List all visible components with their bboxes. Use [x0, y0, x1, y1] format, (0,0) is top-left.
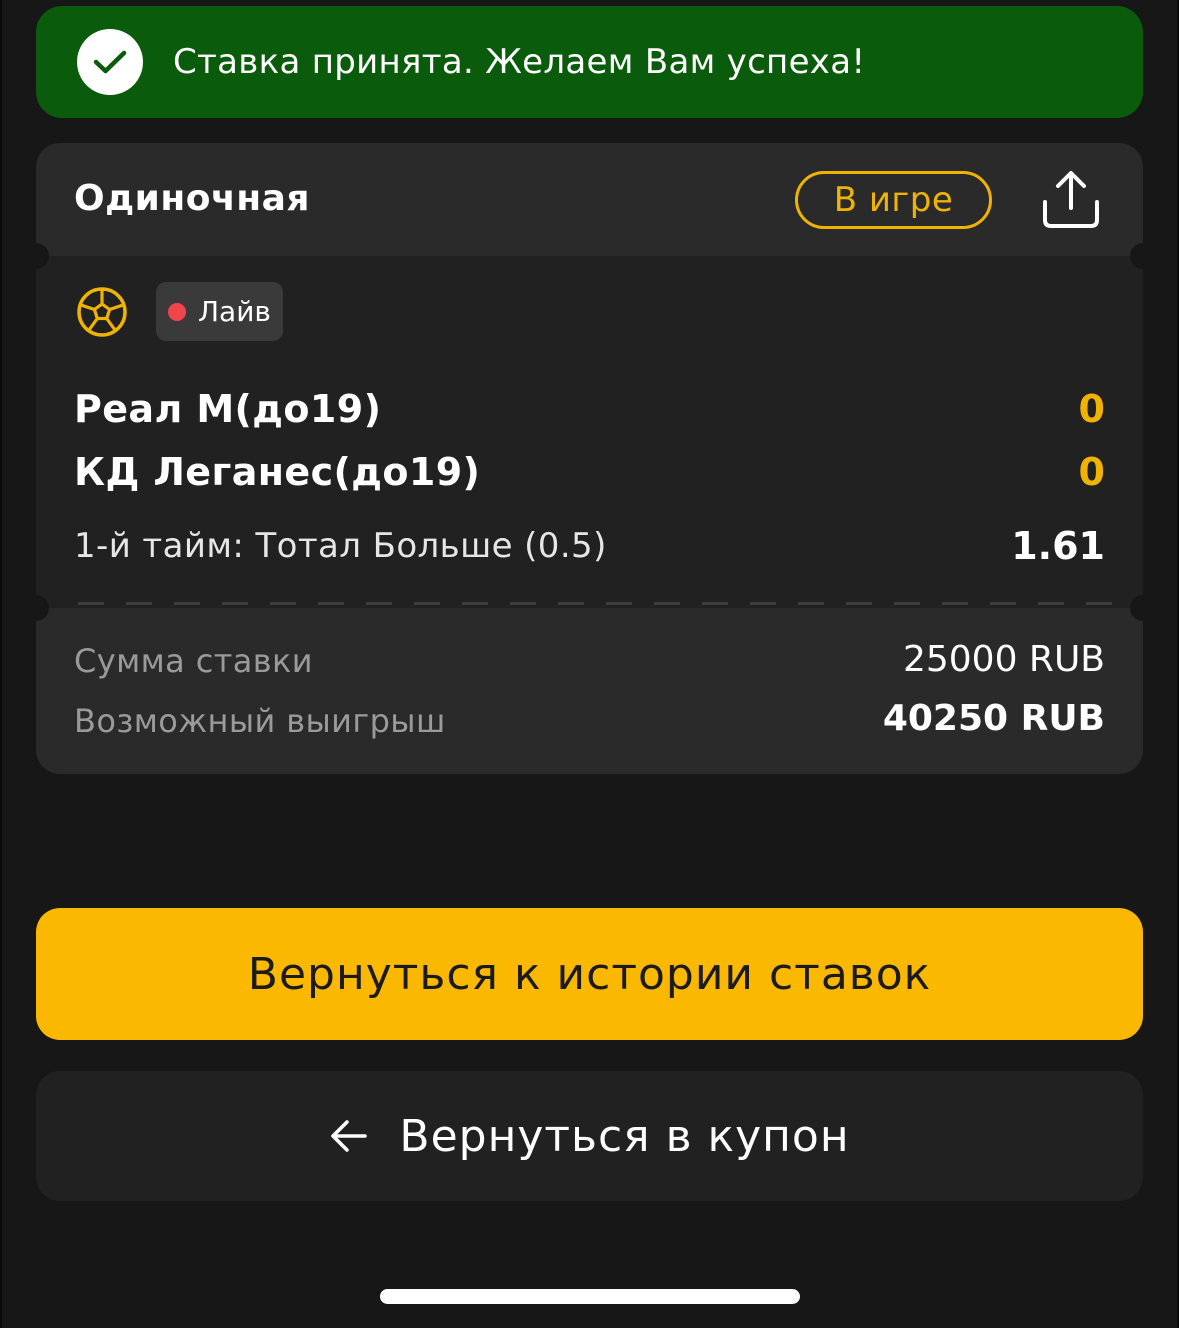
success-toast: Ставка принята. Желаем Вам успеха! — [36, 6, 1143, 118]
bet-status-badge: В игре — [795, 171, 992, 229]
share-icon[interactable] — [1040, 168, 1102, 232]
team-home-score: 0 — [1078, 387, 1105, 431]
ticket-notch-right-bottom — [1130, 595, 1156, 621]
back-to-coupon-button[interactable]: Вернуться в купон — [36, 1071, 1143, 1201]
back-to-coupon-label: Вернуться в купон — [399, 1110, 850, 1162]
payout-label: Возможный выигрыш — [74, 702, 446, 740]
live-badge: Лайв — [156, 282, 283, 341]
back-to-history-button[interactable]: Вернуться к истории ставок — [36, 908, 1143, 1040]
ticket-notch-right-top — [1130, 243, 1156, 269]
bet-status-label: В игре — [833, 180, 954, 220]
back-to-history-label: Вернуться к истории ставок — [247, 948, 932, 1000]
bet-market: 1-й тайм: Тотал Больше (0.5) — [74, 526, 607, 566]
team-away-name: КД Леганес(до19) — [74, 450, 481, 494]
team-home-name: Реал М(до19) — [74, 387, 382, 431]
payout-value: 40250 RUB — [882, 698, 1105, 739]
soccer-ball-icon — [76, 286, 128, 338]
stake-value: 25000 RUB — [902, 639, 1105, 680]
ticket-notch-left-bottom — [23, 595, 49, 621]
arrow-left-icon — [329, 1116, 369, 1156]
team-away-score: 0 — [1078, 450, 1105, 494]
live-dot-icon — [168, 302, 186, 321]
live-label: Лайв — [198, 295, 271, 328]
stake-label: Сумма ставки — [74, 642, 313, 680]
dashed-divider — [78, 602, 1112, 605]
toast-message: Ставка принята. Желаем Вам успеха! — [173, 42, 866, 82]
bet-card-separator-lower — [36, 608, 1143, 620]
home-indicator[interactable] — [380, 1289, 800, 1304]
ticket-notch-left-top — [23, 243, 49, 269]
bet-odds: 1.61 — [1011, 524, 1105, 568]
check-icon — [77, 29, 143, 95]
bet-type-title: Одиночная — [74, 178, 311, 219]
